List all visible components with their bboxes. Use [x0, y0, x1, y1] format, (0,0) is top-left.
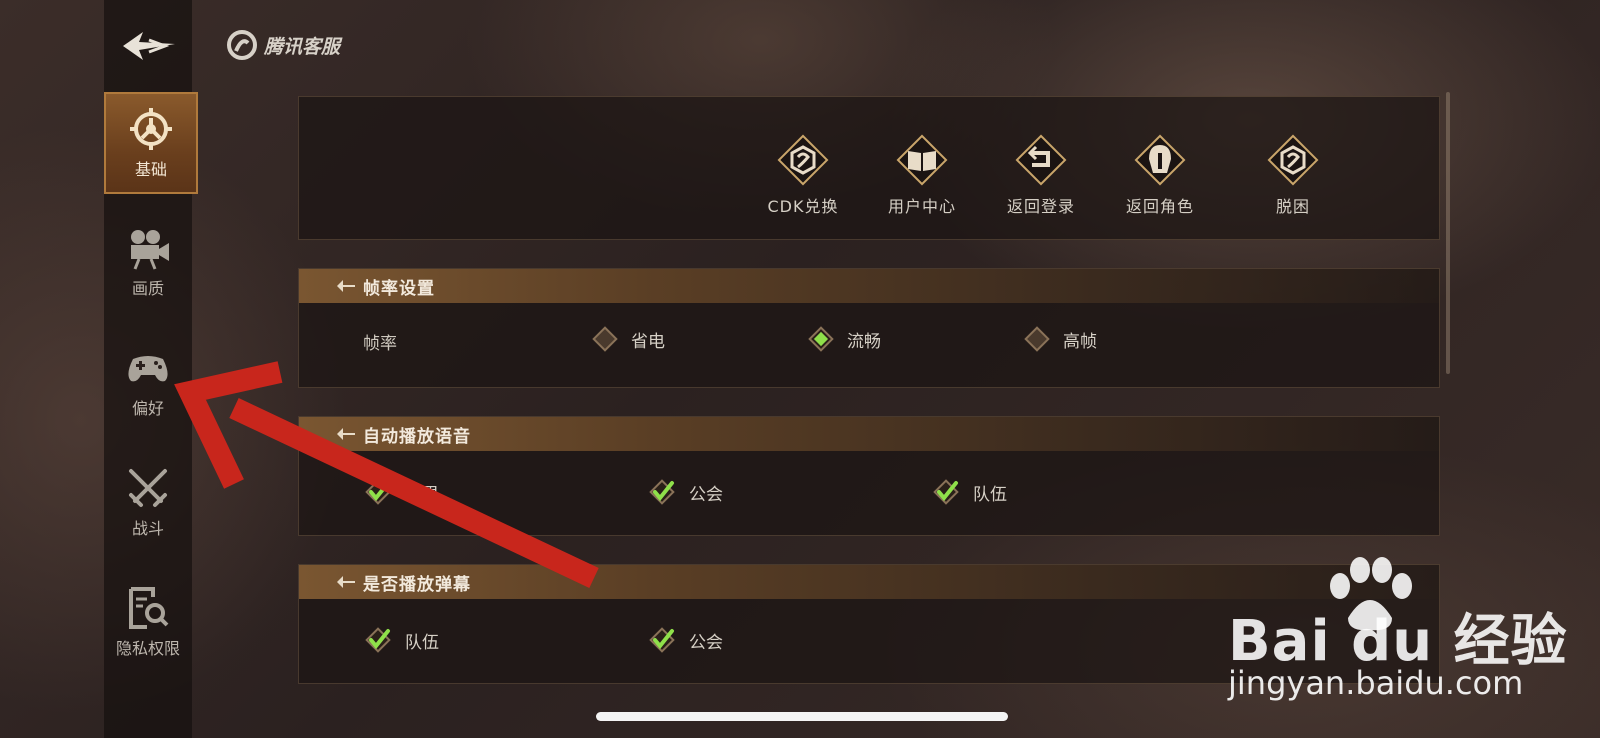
baidu-watermark-url: jingyan.baidu.com: [1228, 664, 1524, 702]
shortcut-label: 返回登录: [1006, 197, 1075, 216]
home-indicator[interactable]: [596, 712, 1008, 721]
shortcut-panel: CDK兑换 用户中心 返回登录 返回角色 脱困: [298, 96, 1440, 240]
section-header: 帧率设置: [299, 269, 1439, 303]
return-character-button[interactable]: 返回角色: [1110, 129, 1210, 219]
sidebar-item-label: 偏好: [131, 399, 164, 418]
framerate-option-high[interactable]: 高帧: [1023, 325, 1097, 353]
helmet-icon: [1134, 134, 1186, 186]
framerate-section: 帧率设置 帧率 省电 流畅 高帧: [298, 268, 1440, 388]
section-title: 是否播放弹幕: [363, 574, 471, 595]
checkbox-checked-icon: [365, 627, 391, 653]
sidebar-item-battle[interactable]: 战斗: [104, 452, 192, 552]
option-label: 公会: [689, 484, 723, 505]
header-ornament-icon: [337, 428, 355, 440]
section-header: 是否播放弹幕: [299, 565, 1439, 599]
auto-voice-section: 自动播放语音 世界 公会 队伍: [298, 416, 1440, 536]
voice-option-team[interactable]: 队伍: [931, 477, 1007, 507]
option-label: 队伍: [405, 632, 439, 653]
framerate-label: 帧率: [363, 334, 397, 354]
diamond-radio-icon: [1024, 326, 1050, 352]
section-title: 帧率设置: [363, 278, 435, 299]
tencent-logo-icon: [227, 30, 257, 60]
shortcut-label: 脱困: [1275, 197, 1310, 216]
gamepad-icon: [128, 356, 168, 382]
shortcut-label: CDK兑换: [767, 197, 839, 216]
checkbox-checked-icon: [933, 479, 959, 505]
option-label: 流畅: [847, 331, 881, 352]
brand-label: 腾讯客服: [264, 35, 341, 58]
framerate-option-power-save[interactable]: 省电: [591, 325, 665, 353]
header-ornament-icon: [337, 576, 355, 588]
video-camera-icon: [131, 230, 169, 270]
danmaku-option-team[interactable]: 队伍: [363, 625, 439, 655]
scrollbar[interactable]: [1446, 92, 1450, 374]
diamond-radio-selected-icon: [808, 326, 834, 352]
sidebar-item-preference[interactable]: 偏好: [104, 332, 192, 432]
tencent-service-link[interactable]: 腾讯客服: [226, 28, 340, 62]
sidebar-item-label: 基础: [134, 160, 167, 179]
sidebar-item-privacy[interactable]: 隐私权限: [104, 572, 192, 672]
sidebar-item-basic[interactable]: 基础: [104, 92, 198, 194]
privacy-search-icon: [129, 587, 169, 629]
voice-option-guild[interactable]: 公会: [647, 477, 723, 507]
header-ornament-icon: [337, 280, 355, 292]
back-arrow-icon: [123, 32, 175, 60]
option-label: 公会: [689, 632, 723, 653]
return-login-button[interactable]: 返回登录: [991, 129, 1091, 219]
book-icon: [896, 134, 948, 186]
option-label: 高帧: [1063, 331, 1097, 352]
checkbox-checked-icon: [649, 479, 675, 505]
sidebar-item-quality[interactable]: 画质: [104, 212, 192, 312]
checkbox-checked-icon: [365, 479, 391, 505]
option-label: 省电: [631, 331, 665, 352]
sidebar-item-label: 画质: [131, 279, 164, 298]
cdk-exchange-button[interactable]: CDK兑换: [753, 129, 853, 219]
option-label: 世界: [405, 484, 439, 505]
voice-option-world[interactable]: 世界: [363, 477, 439, 507]
section-title: 自动播放语音: [363, 426, 471, 447]
diamond-radio-icon: [592, 326, 618, 352]
cdk-badge-icon: [777, 134, 829, 186]
escape-badge-icon: [1267, 134, 1319, 186]
back-button[interactable]: [118, 26, 180, 66]
sidebar-item-label: 战斗: [131, 519, 164, 538]
escape-button[interactable]: 脱困: [1243, 129, 1343, 219]
return-arrow-icon: [1015, 134, 1067, 186]
framerate-option-smooth[interactable]: 流畅: [807, 325, 881, 353]
checkbox-checked-icon: [649, 627, 675, 653]
shortcut-label: 用户中心: [887, 197, 956, 216]
option-label: 队伍: [973, 484, 1007, 505]
gear-wheel-icon: [130, 108, 172, 150]
section-header: 自动播放语音: [299, 417, 1439, 451]
user-center-button[interactable]: 用户中心: [872, 129, 972, 219]
danmaku-option-guild[interactable]: 公会: [647, 625, 723, 655]
shortcut-label: 返回角色: [1125, 197, 1194, 216]
crossed-swords-icon: [129, 469, 167, 507]
sidebar-item-label: 隐私权限: [115, 639, 180, 658]
